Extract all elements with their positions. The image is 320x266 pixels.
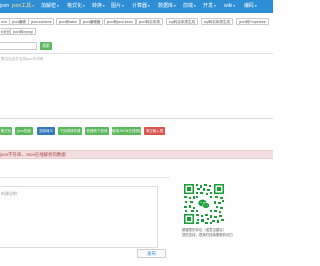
tab-json-to-mysql[interactable]: json转mysql xyxy=(10,28,36,35)
tip-banner: json字符串，Json在线解析的数据 xyxy=(0,150,273,159)
json-output-area[interactable] xyxy=(0,137,273,149)
search-button[interactable]: 搜索 xyxy=(40,42,52,50)
json-online-test-button[interactable]: 使用JSON在线测试 xyxy=(112,127,142,135)
nav-item-calculator[interactable]: 计算器▾ xyxy=(132,2,150,11)
search-row: 搜索 xyxy=(0,42,273,51)
qr-caption: 期望您的评论（或意见建议） 您的支持，是我们持续更新的动力 xyxy=(182,228,242,238)
clear-input-button[interactable]: 清空输入框 xyxy=(144,127,165,135)
tab-sql-to-entity-2[interactable]: sql转实体类生成 xyxy=(201,18,234,25)
tab-sql-to-entity[interactable]: sql转实体类生成 xyxy=(166,18,199,25)
nav-item-dev[interactable]: 开发▾ xyxy=(203,2,216,11)
nav-item-frontend[interactable]: 前端▾ xyxy=(183,2,196,11)
tab-json-to-entity[interactable]: json转实体类 xyxy=(136,18,163,25)
chevron-down-icon: ▾ xyxy=(122,4,124,8)
unescape-button[interactable]: 去除转义 xyxy=(37,127,55,135)
chevron-down-icon: ▾ xyxy=(174,4,176,8)
nav-item-database[interactable]: 数据库▾ xyxy=(158,2,176,11)
underscore-to-camel-button[interactable]: 下划线转驼峰 xyxy=(58,127,82,135)
tab-json-to-java-bean[interactable]: json转java bean xyxy=(104,18,136,25)
chevron-down-icon: ▾ xyxy=(233,4,236,8)
tip-text: json字符串，Json在线解析的数据 xyxy=(0,152,66,157)
nav-item-encoding[interactable]: 编码▾ xyxy=(244,2,257,11)
wechat-qr-code-icon xyxy=(183,183,225,225)
tab-json-schema[interactable]: json-schema xyxy=(28,18,55,25)
action-buttons: 格式化 json压缩 去除转义 下划线转驼峰 驼峰转下划线 使用JSON在线测试… xyxy=(0,127,273,136)
comment-textarea[interactable]: 的建议吧~ xyxy=(0,186,158,248)
tab-json-editor[interactable]: json编辑器 xyxy=(80,18,104,25)
tool-tabs: son json编辑 json-schema json转table json编辑… xyxy=(0,16,273,36)
nav-item-image[interactable]: 图片▾ xyxy=(111,2,124,11)
chevron-down-icon: ▾ xyxy=(214,4,216,8)
chevron-down-icon: ▾ xyxy=(255,4,257,8)
camel-to-underscore-button[interactable]: 驼峰转下划线 xyxy=(85,127,109,135)
search-input[interactable] xyxy=(0,42,37,50)
compress-button[interactable]: json压缩 xyxy=(15,127,33,135)
divider xyxy=(0,177,170,178)
publish-button[interactable]: 发布 xyxy=(137,249,166,258)
nav-item-convert[interactable]: 转换▾ xyxy=(92,2,105,11)
top-navbar: json json工具▾ 加解密▾ 格式化▾ 转换▾ 图片▾ 计算器▾ 数据库▾… xyxy=(0,0,273,13)
comment-placeholder: 的建议吧~ xyxy=(1,191,20,196)
json-input-editor[interactable]: 是否包含并支持json字符串 xyxy=(0,53,273,119)
nav-item-format[interactable]: 格式化▾ xyxy=(67,2,85,11)
chevron-down-icon: ▾ xyxy=(103,4,105,8)
chevron-down-icon: ▾ xyxy=(194,4,196,8)
chevron-down-icon: ▾ xyxy=(57,4,59,8)
chevron-down-icon: ▾ xyxy=(83,4,85,8)
nav-item-wiki[interactable]: wiki▾ xyxy=(224,2,235,11)
chevron-down-icon: ▾ xyxy=(148,4,150,8)
qr-caption-line-2: 您的支持，是我们持续更新的动力 xyxy=(182,233,233,237)
nav-item-encryption[interactable]: 加解密▾ xyxy=(41,2,59,11)
nav-item-json-tools[interactable]: json工具▾ xyxy=(12,2,34,11)
format-button[interactable]: 格式化 xyxy=(0,127,12,135)
tab-json-edit[interactable]: json编辑 xyxy=(9,18,29,25)
editor-placeholder: 是否包含并支持json字符串 xyxy=(1,57,44,61)
nav-item-json[interactable]: json xyxy=(0,2,9,11)
tab-json-to-table[interactable]: json转table xyxy=(56,18,80,25)
chevron-down-icon: ▾ xyxy=(32,4,34,8)
tab-json-to-properties[interactable]: json转Properties xyxy=(236,18,269,25)
